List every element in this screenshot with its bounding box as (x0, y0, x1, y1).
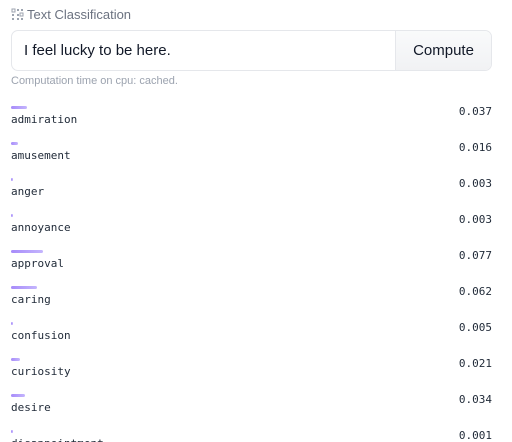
results-list: admiration 0.037 amusement 0.016 anger 0.003 a… (11, 104, 492, 442)
text-input[interactable] (12, 31, 395, 70)
result-score: 0.005 (458, 321, 492, 334)
compute-button[interactable]: Compute (395, 31, 491, 70)
result-row: amusement 0.016 (11, 140, 492, 176)
result-row: disappointment 0.001 (11, 428, 492, 442)
widget-title: Text Classification (27, 7, 132, 22)
result-score: 0.062 (458, 285, 492, 298)
result-score: 0.003 (458, 213, 492, 226)
score-bar (11, 322, 14, 325)
score-bar (11, 358, 20, 361)
result-row: anger 0.003 (11, 176, 492, 212)
result-label: caring (11, 293, 51, 306)
result-row: desire 0.034 (11, 392, 492, 428)
result-score: 0.034 (458, 393, 492, 406)
result-label: annoyance (11, 221, 71, 234)
widget-header: Text Classification (11, 6, 131, 23)
result-score: 0.001 (458, 429, 492, 442)
result-row: annoyance 0.003 (11, 212, 492, 248)
result-score: 0.016 (458, 141, 492, 154)
score-bar (11, 250, 44, 253)
result-row: confusion 0.005 (11, 320, 492, 356)
input-row: Compute (11, 30, 492, 71)
result-label: confusion (11, 329, 71, 342)
result-label: desire (11, 401, 51, 414)
result-label: curiosity (11, 365, 71, 378)
text-classification-icon (11, 8, 24, 20)
result-row: approval 0.077 (11, 248, 492, 284)
result-row: caring 0.062 (11, 284, 492, 320)
result-score: 0.021 (458, 357, 492, 370)
result-label: anger (11, 185, 45, 198)
score-bar (11, 394, 26, 397)
score-bar (11, 178, 13, 181)
score-bar (11, 430, 13, 433)
score-bar (11, 142, 18, 145)
result-score: 0.037 (458, 105, 492, 118)
text-classification-widget: Text Classification Compute Computation … (0, 0, 512, 442)
result-score: 0.003 (458, 177, 492, 190)
score-bar (11, 106, 27, 109)
result-label: disappointment (11, 437, 104, 442)
score-bar (11, 286, 38, 289)
computation-status: Computation time on cpu: cached. (11, 75, 178, 87)
result-row: curiosity 0.021 (11, 356, 492, 392)
result-label: amusement (11, 149, 71, 162)
result-label: admiration (11, 113, 78, 126)
result-label: approval (11, 257, 64, 270)
score-bar (11, 214, 13, 217)
result-row: admiration 0.037 (11, 104, 492, 140)
result-score: 0.077 (458, 249, 492, 262)
